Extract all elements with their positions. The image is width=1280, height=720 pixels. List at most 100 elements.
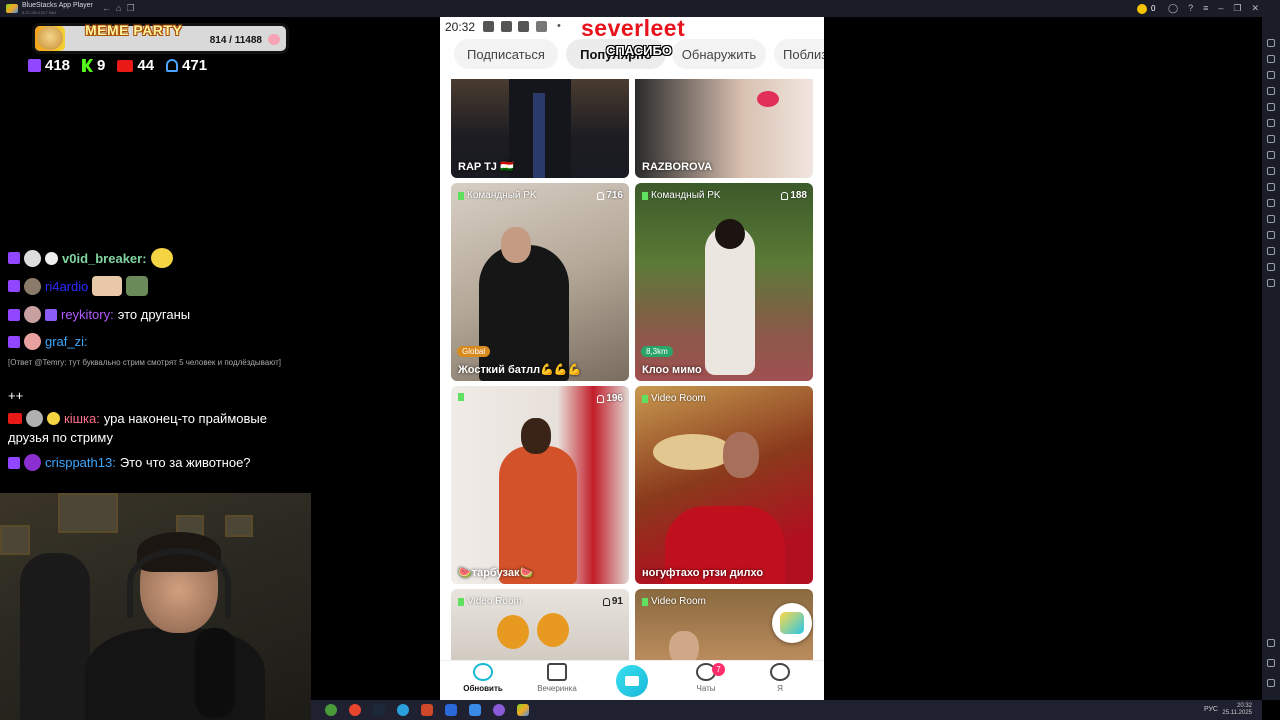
twitch-count: 418 [45, 57, 71, 74]
app-icon[interactable] [325, 704, 337, 716]
cast-icon [536, 21, 547, 32]
yandex-browser-icon[interactable] [349, 704, 361, 716]
minimize-icon[interactable]: – [1218, 3, 1223, 14]
bluestacks-logo-icon [6, 4, 18, 13]
meme-party-progress: MEME PARTY 814 / 11488 [32, 22, 289, 54]
apk-icon[interactable] [1267, 135, 1275, 143]
settings-icon[interactable] [1267, 639, 1275, 647]
viewer-count: 196 [597, 393, 623, 404]
global-badge: Global [457, 346, 491, 357]
gift-bag-button[interactable] [772, 603, 812, 643]
restore-icon[interactable]: ❐ [1233, 3, 1241, 14]
twitch-icon [8, 308, 20, 321]
taskbar: РУС 20:32 25.11.2025 [311, 700, 1262, 720]
coins-display[interactable]: 0 [1137, 3, 1155, 14]
app-icon[interactable] [469, 704, 481, 716]
face-emote-icon [92, 276, 123, 296]
chat-message: кішка: ура наконец-то праймовые [8, 410, 267, 427]
bluestacks-title: BlueStacks App Player [22, 2, 93, 9]
home-icon[interactable]: ⌂ [116, 3, 121, 13]
folder-icon[interactable] [1267, 151, 1275, 159]
stream-card[interactable]: 196 🍉тарбузак🍉 [451, 386, 629, 584]
home-side-icon[interactable] [1267, 679, 1275, 687]
close-icon[interactable]: ✕ [1251, 3, 1259, 14]
multi-instance-icon[interactable] [1267, 183, 1275, 191]
wall-picture [225, 515, 253, 537]
telegram-icon[interactable] [397, 704, 409, 716]
window-controls: ◯ ? ≡ – ❐ ✕ [1168, 3, 1259, 14]
fullscreen-icon[interactable] [1267, 39, 1275, 47]
grimace-emote-icon [150, 248, 173, 268]
nav-chats[interactable]: Чаты [676, 663, 736, 693]
nav-profile[interactable]: Я [750, 663, 810, 693]
nav-party[interactable]: Вечеринка [527, 663, 587, 693]
tab-discover[interactable]: Обнаружить [672, 39, 766, 69]
app-icon[interactable] [421, 704, 433, 716]
user-icon [166, 59, 179, 72]
wall-picture [0, 525, 30, 555]
chat-message: v0id_breaker: [8, 248, 173, 268]
account-icon[interactable]: ◯ [1168, 3, 1178, 14]
stream-card[interactable]: RAZBOROVA [635, 79, 813, 178]
app-icon[interactable] [445, 704, 457, 716]
stream-card[interactable]: Командный PK 188 8,3km Клоо мимо [635, 183, 813, 381]
tabs-icon[interactable]: ❐ [126, 3, 134, 13]
live-bars-icon [642, 191, 648, 200]
donation-overlay-thanks: СПАСИБО [606, 43, 672, 58]
location-icon[interactable] [1267, 215, 1275, 223]
stream-tag: Командный PK [458, 190, 537, 201]
stream-title: RAP TJ 🇹🇯 [458, 161, 514, 173]
coins-count: 0 [1151, 4, 1156, 13]
system-clock[interactable]: 20:32 25.11.2025 [1222, 703, 1252, 717]
tab-nearby[interactable]: Поблиз [774, 39, 824, 69]
viewer-count: 716 [597, 190, 623, 201]
go-live-button[interactable] [616, 665, 648, 697]
keyboard-icon[interactable] [1267, 71, 1275, 79]
meme-party-title: MEME PARTY [85, 22, 183, 38]
nav-refresh[interactable]: Обновить [453, 663, 513, 693]
stream-card[interactable]: Video Room 91 [451, 589, 629, 660]
stream-card[interactable]: Video Room ногуфтахо ртзи дилхо [635, 386, 813, 584]
steam-icon[interactable] [373, 704, 385, 716]
chat-username: кішка: [64, 411, 100, 426]
stream-tag: Командный PK [642, 190, 721, 201]
live-bars-icon [458, 597, 464, 606]
game-controls-icon[interactable] [1267, 87, 1275, 95]
refresh-icon [473, 663, 493, 681]
sync-icon[interactable] [1267, 279, 1275, 287]
chat-message: reykitory: это друганы [8, 306, 190, 323]
notification-icon [518, 21, 529, 32]
tab-subscribe[interactable]: Подписаться [454, 39, 558, 69]
obs-icon[interactable] [493, 704, 505, 716]
stream-title: Клоо мимо [642, 364, 702, 376]
back-side-icon[interactable] [1267, 659, 1275, 667]
stream-title: ногуфтахо ртзи дилхо [642, 567, 764, 579]
layers-icon[interactable] [1267, 263, 1275, 271]
macro-icon[interactable] [1267, 167, 1275, 175]
bluestacks-taskbar-icon[interactable] [517, 704, 529, 716]
help-icon[interactable]: ? [1188, 3, 1193, 14]
record-icon[interactable] [1267, 119, 1275, 127]
chat-username: v0id_breaker: [62, 250, 147, 266]
volume-icon[interactable] [1267, 55, 1275, 63]
stream-tag [458, 393, 464, 401]
back-icon[interactable]: ← [102, 3, 111, 13]
stream-card[interactable]: Командный PK 716 Global Жосткий батлл💪💪💪 [451, 183, 629, 381]
skull-icon [45, 251, 58, 265]
chat-message-continued: друзья по стриму [8, 430, 113, 445]
kick-stat: 9 [82, 57, 105, 74]
chats-unread-badge: 7 [712, 663, 725, 676]
menu-icon[interactable]: ≡ [1203, 3, 1208, 14]
profile-icon [770, 663, 790, 681]
rotate-icon[interactable] [1267, 247, 1275, 255]
screenshot-icon[interactable] [1267, 103, 1275, 111]
screen: BlueStacks App Player 5.22.150.1027 N64 … [0, 0, 1280, 720]
language-indicator[interactable]: РУС [1204, 706, 1218, 713]
notification-icon [483, 21, 494, 32]
avatar [24, 277, 41, 295]
eco-mode-icon[interactable] [1267, 199, 1275, 207]
lips-icon [757, 91, 779, 107]
stream-card[interactable]: RAP TJ 🇹🇯 [451, 79, 629, 178]
shake-icon[interactable] [1267, 231, 1275, 239]
live-stat: 44 [117, 57, 154, 74]
